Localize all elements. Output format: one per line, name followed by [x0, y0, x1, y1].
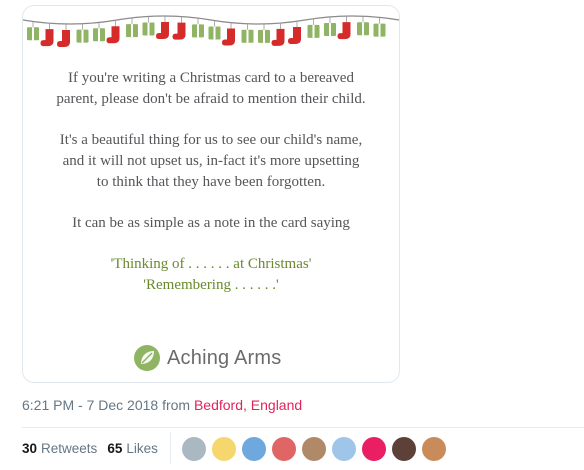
pink-logo-avatar[interactable] — [362, 437, 386, 461]
leaf-circle-icon — [134, 345, 160, 371]
location-link[interactable]: Bedford, England — [194, 397, 302, 413]
stocking-icon — [156, 22, 169, 40]
message-line: to think that they have been forgotten. — [96, 174, 326, 190]
stocking-icon — [222, 28, 235, 46]
photo-avatar-1[interactable] — [302, 437, 326, 461]
retweets-label: Retweets — [41, 441, 98, 456]
likes-count: 65 — [107, 441, 123, 456]
divider — [22, 427, 584, 428]
card-message: If you're writing a Christmas card to a … — [23, 68, 399, 296]
message-line: If you're writing a Christmas card to a … — [68, 70, 354, 86]
likes-stat[interactable]: 65 Likes — [107, 441, 158, 456]
diamond-avatar[interactable] — [332, 437, 356, 461]
logo-text: Aching Arms — [167, 346, 282, 369]
timestamp[interactable]: 6:21 PM - 7 Dec 2018 from — [22, 397, 190, 413]
sands-avatar[interactable] — [272, 437, 296, 461]
message-line: It's a beautiful thing for us to see our… — [59, 132, 363, 148]
pelps-avatar[interactable] — [212, 437, 236, 461]
stocking-icon — [106, 26, 120, 44]
quote-line: 'Thinking of . . . . . . at Christmas' — [110, 256, 312, 272]
stocking-icon — [172, 22, 186, 40]
photo-avatar-3[interactable] — [422, 437, 446, 461]
stocking-icon — [40, 29, 54, 47]
message-line: parent, please don't be afraid to mentio… — [56, 91, 366, 107]
christmas-garland-decoration — [23, 15, 399, 47]
retweets-stat[interactable]: 30 Retweets — [22, 441, 97, 456]
likes-label: Likes — [126, 441, 158, 456]
liker-avatars — [182, 437, 452, 461]
stocking-icon — [271, 28, 285, 46]
stocking-icon — [337, 22, 351, 40]
tweet-stats: 30 Retweets 65 Likes — [22, 441, 168, 456]
message-line: and it will not upset us, in-fact it's m… — [62, 153, 360, 169]
stocking-icon — [288, 27, 301, 45]
message-line: It can be as simple as a note in the car… — [72, 215, 350, 231]
stocking-icon — [57, 29, 70, 47]
tweet-meta: 6:21 PM - 7 Dec 2018 from Bedford, Engla… — [22, 397, 302, 413]
quote-line: 'Remembering . . . . . .' — [143, 277, 279, 293]
aching-arms-logo: Aching Arms — [133, 344, 281, 372]
hands-avatar[interactable] — [242, 437, 266, 461]
retweets-count: 30 — [22, 441, 38, 456]
photo-avatar-2[interactable] — [392, 437, 416, 461]
tweet-image-card[interactable]: If you're writing a Christmas card to a … — [22, 5, 400, 383]
default-avatar[interactable] — [182, 437, 206, 461]
stats-separator — [170, 432, 171, 464]
